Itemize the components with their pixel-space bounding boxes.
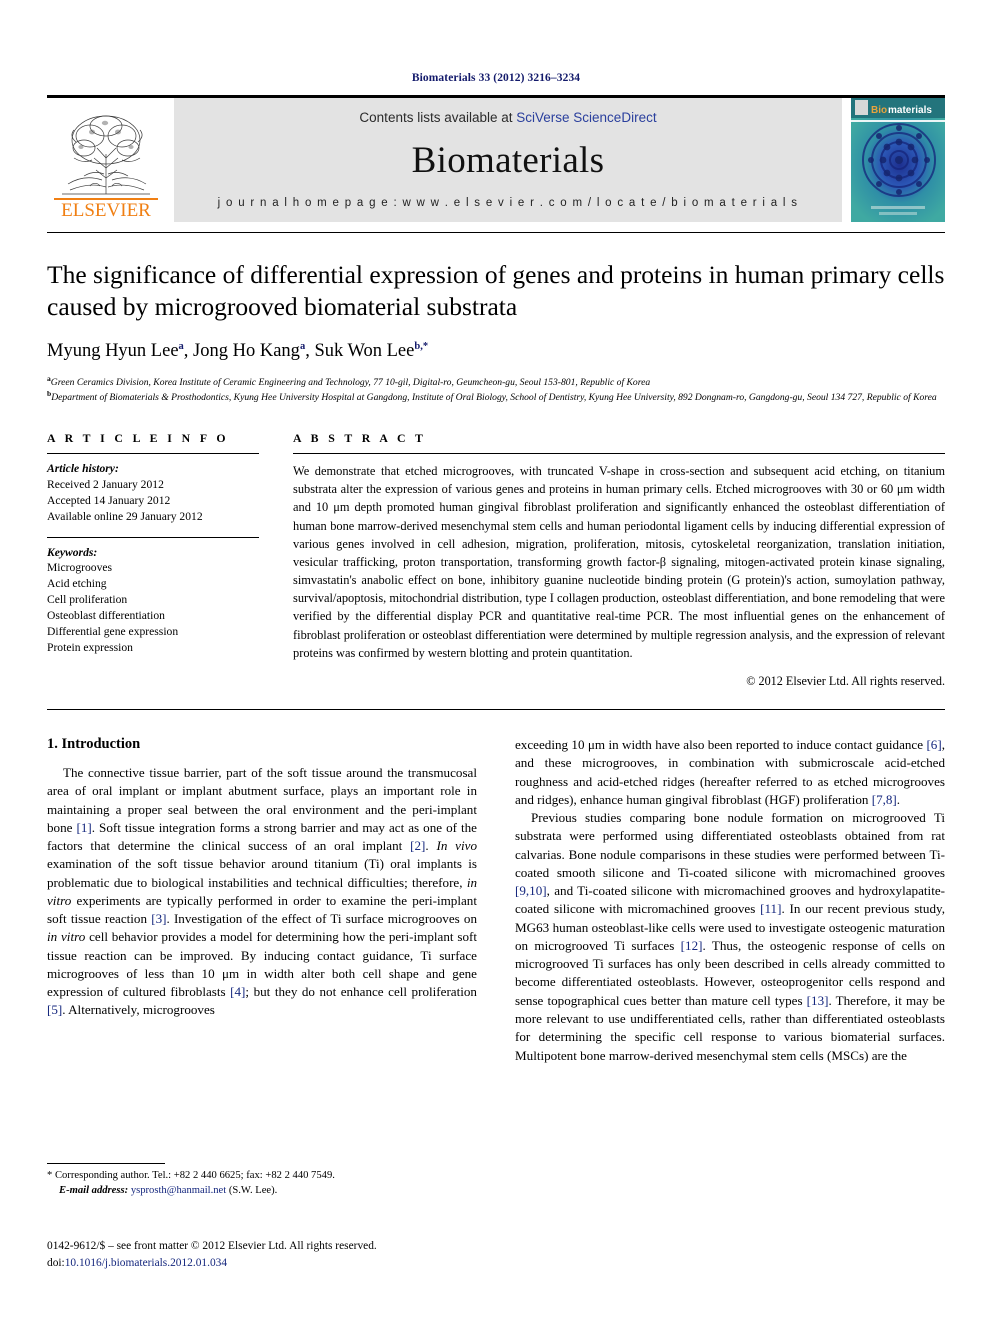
doi-line: doi:10.1016/j.biomaterials.2012.01.034	[47, 1255, 377, 1272]
article-info-column: A R T I C L E I N F O Article history: R…	[47, 431, 293, 689]
article-history-item: Accepted 14 January 2012	[47, 493, 171, 507]
abstract-heading: A B S T R A C T	[293, 431, 427, 446]
running-head: Biomaterials 33 (2012) 3216–3234	[411, 72, 581, 84]
svg-text:Bio: Bio	[871, 105, 887, 116]
contents-prefix: Contents lists available at	[359, 110, 517, 125]
corresponding-author-line: * Corresponding author. Tel.: +82 2 440 …	[47, 1170, 335, 1181]
bottom-matter: 0142-9612/$ – see front matter © 2012 El…	[47, 1238, 377, 1271]
svg-text:materials: materials	[888, 105, 932, 116]
affiliation-a: aGreen Ceramics Division, Korea Institut…	[47, 374, 945, 390]
paper-page: Biomaterials 33 (2012) 3216–3234 ELSEVIE…	[0, 0, 992, 1323]
keyword-item: Microgrooves	[47, 561, 113, 575]
author-name: Jong Ho Kang	[193, 341, 300, 362]
copyright-line: © 2012 Elsevier Ltd. All rights reserved…	[746, 674, 945, 688]
abstract-column: A B S T R A C T We demonstrate that etch…	[293, 431, 945, 689]
abstract-rule	[293, 453, 945, 455]
doi-prefix: doi:	[47, 1256, 65, 1269]
author-affiliation-marker: b,*	[414, 341, 429, 353]
corresponding-author-footnote: * Corresponding author. Tel.: +82 2 440 …	[47, 1163, 465, 1198]
journal-masthead: ELSEVIER Contents lists available at Sci…	[47, 98, 945, 222]
email-owner: (S.W. Lee).	[228, 1185, 278, 1197]
elsevier-tree-icon	[62, 115, 150, 195]
body-columns: 1. Introduction The connective tissue ba…	[47, 736, 945, 1065]
keyword-item: Cell proliferation	[47, 593, 128, 607]
journal-homepage-line[interactable]: j o u r n a l h o m e p a g e : w w w . …	[218, 197, 799, 209]
title-top-rule	[47, 232, 945, 233]
article-info-rule	[47, 453, 259, 455]
keywords-label: Keywords:	[47, 545, 98, 559]
article-history: Article history: Received 2 January 2012…	[47, 461, 259, 525]
affiliations: aGreen Ceramics Division, Korea Institut…	[47, 374, 945, 406]
abstract-text: We demonstrate that etched microgrooves,…	[293, 464, 945, 660]
contents-line: Contents lists available at SciVerse Sci…	[359, 110, 656, 125]
author-list: Myung Hyun Leea, Jong Ho Kanga, Suk Won …	[47, 340, 945, 362]
keywords: Keywords: Microgrooves Acid etching Cell…	[47, 545, 259, 656]
keyword-item: Protein expression	[47, 640, 133, 654]
elsevier-logo: ELSEVIER	[47, 98, 165, 222]
email-label: E-mail address:	[59, 1185, 129, 1197]
keywords-rule	[47, 536, 259, 538]
keyword-item: Acid etching	[47, 577, 107, 591]
page-title: The significance of differential express…	[47, 260, 945, 322]
footnote-rule	[47, 1163, 165, 1164]
sciencedirect-link[interactable]: SciVerse ScienceDirect	[516, 110, 656, 125]
body-paragraph: exceeding 10 μm in width have also been …	[515, 737, 945, 807]
journal-cover-thumbnail: Bio materials	[851, 98, 945, 222]
issn-copyright-line: 0142-9612/$ – see front matter © 2012 El…	[47, 1240, 377, 1252]
email-link[interactable]: ysprosth@hanmail.net	[131, 1185, 226, 1196]
elsevier-wordmark: ELSEVIER	[54, 198, 158, 220]
author-name: Myung Hyun Lee	[47, 341, 179, 362]
article-history-item: Available online 29 January 2012	[47, 509, 203, 523]
author-name: Suk Won Lee	[314, 341, 415, 362]
body-column-left: 1. Introduction The connective tissue ba…	[47, 736, 477, 1065]
keyword-item: Differential gene expression	[47, 624, 179, 638]
affiliation-b-text: Department of Biomaterials & Prosthodont…	[51, 392, 937, 404]
cover-artwork-icon: Bio materials	[851, 98, 945, 222]
body-paragraph: The connective tissue barrier, part of t…	[47, 765, 478, 1018]
article-info-heading: A R T I C L E I N F O	[47, 431, 229, 446]
body-paragraph: Previous studies comparing bone nodule f…	[515, 810, 946, 1063]
section-title-introduction: 1. Introduction	[47, 736, 141, 752]
body-top-rule	[47, 709, 945, 710]
doi-link[interactable]: 10.1016/j.biomaterials.2012.01.034	[65, 1257, 227, 1269]
affiliation-a-text: Green Ceramics Division, Korea Institute…	[50, 376, 651, 388]
journal-title: Biomaterials	[411, 140, 605, 181]
info-abstract-block: A R T I C L E I N F O Article history: R…	[47, 431, 945, 689]
affiliation-b: bDepartment of Biomaterials & Prosthodon…	[47, 389, 945, 405]
masthead-center: Contents lists available at SciVerse Sci…	[174, 98, 842, 222]
author-separator: ,	[183, 341, 194, 362]
article-history-label: Article history:	[47, 462, 119, 476]
body-column-right: exceeding 10 μm in width have also been …	[515, 736, 945, 1065]
keyword-item: Osteoblast differentiation	[47, 609, 165, 623]
email-line: E-mail address: ysprosth@hanmail.net (S.…	[47, 1183, 465, 1198]
article-history-item: Received 2 January 2012	[47, 477, 164, 491]
